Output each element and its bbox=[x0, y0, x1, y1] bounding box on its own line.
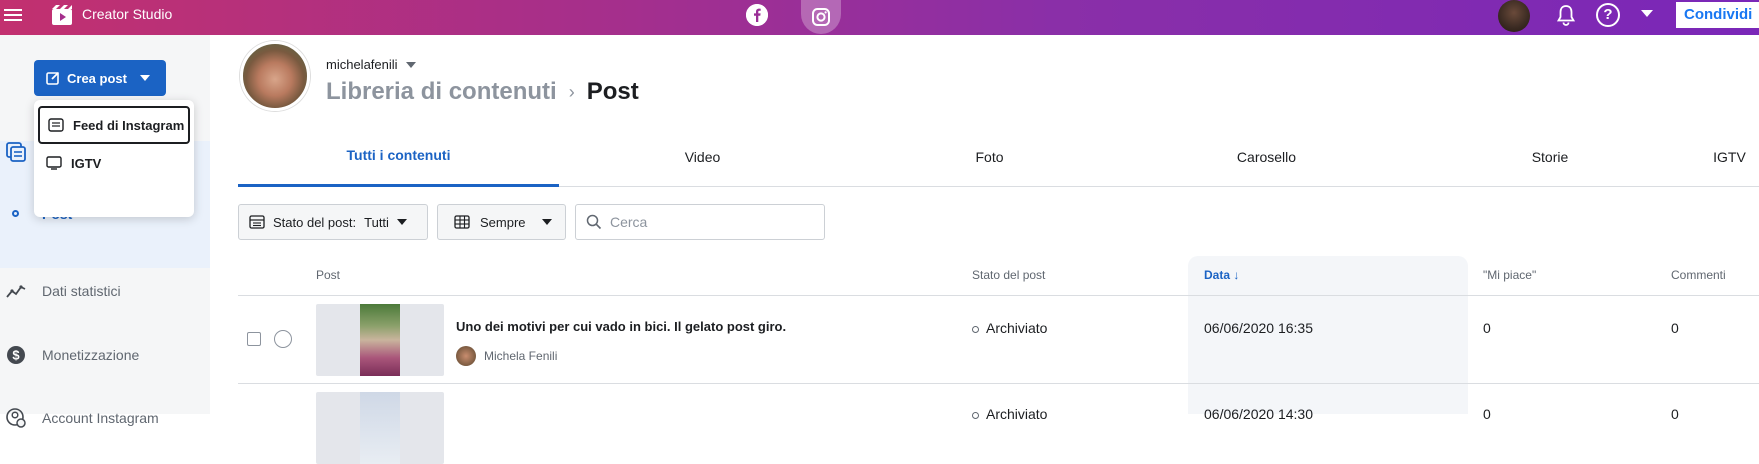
tab-igtv[interactable]: IGTV bbox=[1700, 126, 1759, 187]
comments-cell: 0 bbox=[1671, 406, 1679, 422]
avatar bbox=[456, 346, 476, 366]
likes-cell: 0 bbox=[1483, 406, 1491, 422]
status-cell: Archiviato bbox=[972, 320, 1047, 336]
post-status-filter[interactable]: Stato del post: Tutti bbox=[238, 204, 428, 240]
status-filter-label: Stato del post: bbox=[273, 214, 357, 230]
tab-all-content[interactable]: Tutti i contenuti bbox=[238, 126, 559, 187]
status-text: Archiviato bbox=[986, 406, 1048, 422]
menu-item-instagram-feed[interactable]: Feed di Instagram bbox=[38, 106, 190, 144]
menu-item-label: IGTV bbox=[71, 155, 102, 171]
column-header-date[interactable]: Data ↓ bbox=[1204, 268, 1239, 282]
post-author: Michela Fenili bbox=[456, 346, 557, 366]
page-title: Post bbox=[586, 78, 639, 105]
tab-stories[interactable]: Storie bbox=[1400, 126, 1700, 187]
date-filter-value: Sempre bbox=[480, 214, 526, 230]
search-icon bbox=[586, 214, 602, 230]
chevron-down-icon bbox=[139, 75, 150, 81]
date-cell: 06/06/2020 16:35 bbox=[1204, 320, 1313, 336]
app-title: Creator Studio bbox=[82, 6, 173, 22]
tv-icon bbox=[46, 156, 62, 170]
row-checkbox[interactable] bbox=[247, 332, 261, 346]
search-placeholder: Cerca bbox=[610, 214, 648, 230]
likes-cell: 0 bbox=[1483, 320, 1491, 336]
post-thumbnail[interactable] bbox=[316, 304, 444, 376]
account-name: michelafenili bbox=[326, 57, 398, 72]
bullet-icon bbox=[12, 210, 19, 217]
status-dot-icon bbox=[972, 325, 979, 333]
date-cell: 06/06/2020 14:30 bbox=[1204, 406, 1313, 422]
status-dot-icon bbox=[972, 411, 979, 419]
top-bar: Creator Studio ? Condividi bbox=[0, 0, 1759, 35]
feed-icon bbox=[48, 118, 64, 132]
sidebar-item-label: Account Instagram bbox=[42, 410, 159, 426]
comments-cell: 0 bbox=[1671, 320, 1679, 336]
share-button[interactable]: Condividi bbox=[1676, 2, 1759, 28]
create-post-button[interactable]: Crea post bbox=[34, 60, 166, 96]
create-post-menu: Feed di Instagram IGTV bbox=[34, 100, 194, 217]
chevron-down-icon bbox=[541, 219, 552, 225]
bell-icon[interactable] bbox=[1555, 3, 1577, 27]
sidebar-item-instagram-account[interactable]: Account Instagram bbox=[0, 393, 210, 443]
menu-icon[interactable] bbox=[4, 6, 22, 24]
search-input[interactable]: Cerca bbox=[575, 204, 825, 240]
menu-item-label: Feed di Instagram bbox=[73, 117, 185, 133]
tab-carousel[interactable]: Carosello bbox=[1133, 126, 1400, 187]
sidebar-item-label: Dati statistici bbox=[42, 283, 121, 299]
sidebar-item-monetization[interactable]: $ Monetizzazione bbox=[0, 330, 210, 380]
date-range-filter[interactable]: Sempre bbox=[437, 204, 566, 240]
facebook-icon[interactable] bbox=[746, 4, 768, 26]
account-switcher[interactable]: michelafenili bbox=[326, 57, 416, 72]
chevron-down-icon[interactable] bbox=[1641, 10, 1653, 17]
chevron-down-icon bbox=[405, 61, 416, 68]
breadcrumb: Libreria di contenuti › Post bbox=[326, 78, 639, 106]
column-header-post: Post bbox=[316, 268, 341, 282]
clock-icon bbox=[274, 330, 292, 348]
sidebar: Crea post Feed di Instagram IGTV Post Da… bbox=[0, 35, 210, 428]
insights-icon bbox=[6, 281, 26, 301]
author-name: Michela Fenili bbox=[484, 349, 558, 363]
help-icon[interactable]: ? bbox=[1596, 3, 1620, 27]
divider bbox=[238, 295, 1759, 296]
status-cell: Archiviato bbox=[972, 406, 1047, 422]
dollar-icon: $ bbox=[6, 345, 26, 365]
tab-photo[interactable]: Foto bbox=[846, 126, 1133, 187]
tab-video[interactable]: Video bbox=[559, 126, 846, 187]
chevron-right-icon: › bbox=[568, 81, 575, 102]
post-thumbnail[interactable] bbox=[316, 392, 444, 464]
chevron-down-icon bbox=[396, 219, 407, 225]
table-icon bbox=[454, 215, 470, 229]
sidebar-item-label: Monetizzazione bbox=[42, 347, 140, 363]
post-title[interactable]: Uno dei motivi per cui vado in bici. Il … bbox=[456, 319, 786, 334]
content-library-icon[interactable] bbox=[6, 142, 26, 162]
instagram-icon bbox=[812, 7, 830, 26]
divider bbox=[238, 383, 1759, 384]
column-header-comments[interactable]: Commenti bbox=[1671, 268, 1726, 282]
account-settings-icon bbox=[6, 408, 26, 428]
user-avatar[interactable] bbox=[1498, 0, 1530, 32]
status-text: Archiviato bbox=[986, 320, 1048, 336]
svg-text:$: $ bbox=[12, 348, 20, 363]
menu-item-igtv[interactable]: IGTV bbox=[38, 144, 190, 182]
profile-picture bbox=[240, 41, 310, 111]
edit-icon bbox=[46, 71, 60, 85]
create-post-label: Crea post bbox=[67, 70, 127, 86]
instagram-tab[interactable] bbox=[801, 0, 841, 34]
calendar-icon bbox=[249, 215, 265, 229]
content-tabs: Tutti i contenuti Video Foto Carosello S… bbox=[238, 126, 1759, 187]
column-header-status: Stato del post bbox=[972, 268, 1046, 282]
status-filter-value: Tutti bbox=[364, 214, 389, 230]
breadcrumb-library[interactable]: Libreria di contenuti bbox=[326, 78, 557, 106]
sidebar-item-insights[interactable]: Dati statistici bbox=[0, 266, 210, 316]
creator-studio-logo-icon bbox=[52, 5, 72, 25]
column-header-likes[interactable]: "Mi piace" bbox=[1483, 268, 1536, 282]
